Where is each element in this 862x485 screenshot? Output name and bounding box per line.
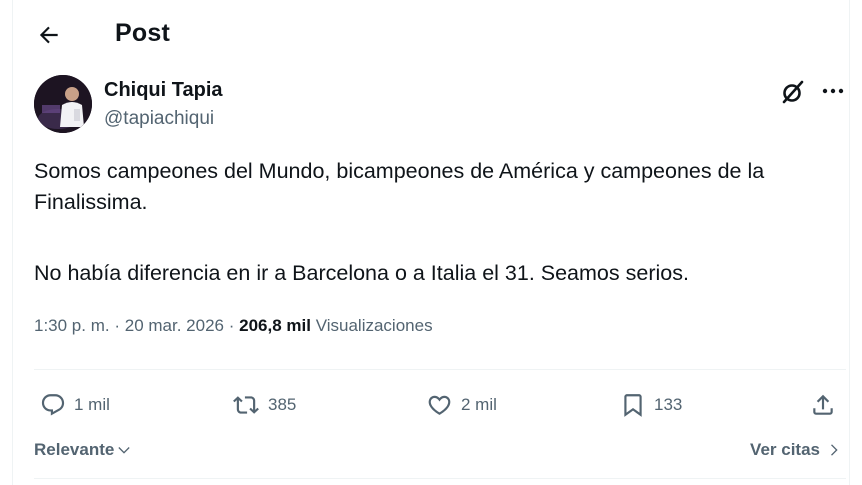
chevron-right-icon xyxy=(831,444,838,456)
share-button[interactable] xyxy=(810,389,836,421)
bookmark-button[interactable]: 133 xyxy=(620,389,682,421)
views-label: Visualizaciones xyxy=(315,316,433,335)
bookmark-icon xyxy=(624,394,642,417)
like-button[interactable]: 2 mil xyxy=(426,389,497,421)
repost-icon xyxy=(233,396,259,414)
views-count: 206,8 mil xyxy=(239,316,311,335)
grok-button[interactable] xyxy=(780,79,806,105)
back-arrow-icon xyxy=(39,26,58,44)
avatar[interactable] xyxy=(34,75,92,133)
like-icon xyxy=(428,395,451,415)
more-icon xyxy=(822,88,844,94)
post-metadata: 1:30 p. m. · 20 mar. 2026 · 206,8 mil Vi… xyxy=(34,316,433,336)
back-button[interactable] xyxy=(34,20,64,50)
repost-button[interactable]: 385 xyxy=(232,389,296,421)
author-handle[interactable]: @tapiachiqui xyxy=(104,108,214,130)
repost-count: 385 xyxy=(268,395,297,414)
grok-icon xyxy=(782,80,804,104)
post-date[interactable]: 20 mar. 2026 xyxy=(125,316,224,335)
bookmark-count: 133 xyxy=(654,395,683,414)
sort-label: Relevante xyxy=(34,440,115,459)
reply-count: 1 mil xyxy=(74,395,110,414)
view-quotes-link[interactable]: Ver citas xyxy=(750,440,842,460)
reply-button[interactable]: 1 mil xyxy=(40,389,110,421)
sort-replies-dropdown[interactable]: Relevante xyxy=(34,440,132,460)
quotes-label: Ver citas xyxy=(750,440,820,459)
meta-separator: · xyxy=(228,316,235,335)
author-name[interactable]: Chiqui Tapia xyxy=(104,79,223,102)
post-header: Post xyxy=(0,0,862,68)
more-button[interactable] xyxy=(818,80,848,102)
post-time[interactable]: 1:30 p. m. xyxy=(34,316,110,335)
tweet-text-paragraph: Somos campeones del Mundo, bicampeones d… xyxy=(34,159,765,214)
chevron-down-icon xyxy=(118,447,130,454)
divider xyxy=(34,478,846,479)
like-count: 2 mil xyxy=(461,395,497,414)
page-title: Post xyxy=(115,19,170,47)
divider xyxy=(34,369,846,370)
meta-separator: · xyxy=(114,316,121,335)
share-icon xyxy=(813,394,833,415)
reply-icon xyxy=(41,394,65,416)
tweet-text-paragraph: No había diferencia en ir a Barcelona o … xyxy=(34,261,689,285)
